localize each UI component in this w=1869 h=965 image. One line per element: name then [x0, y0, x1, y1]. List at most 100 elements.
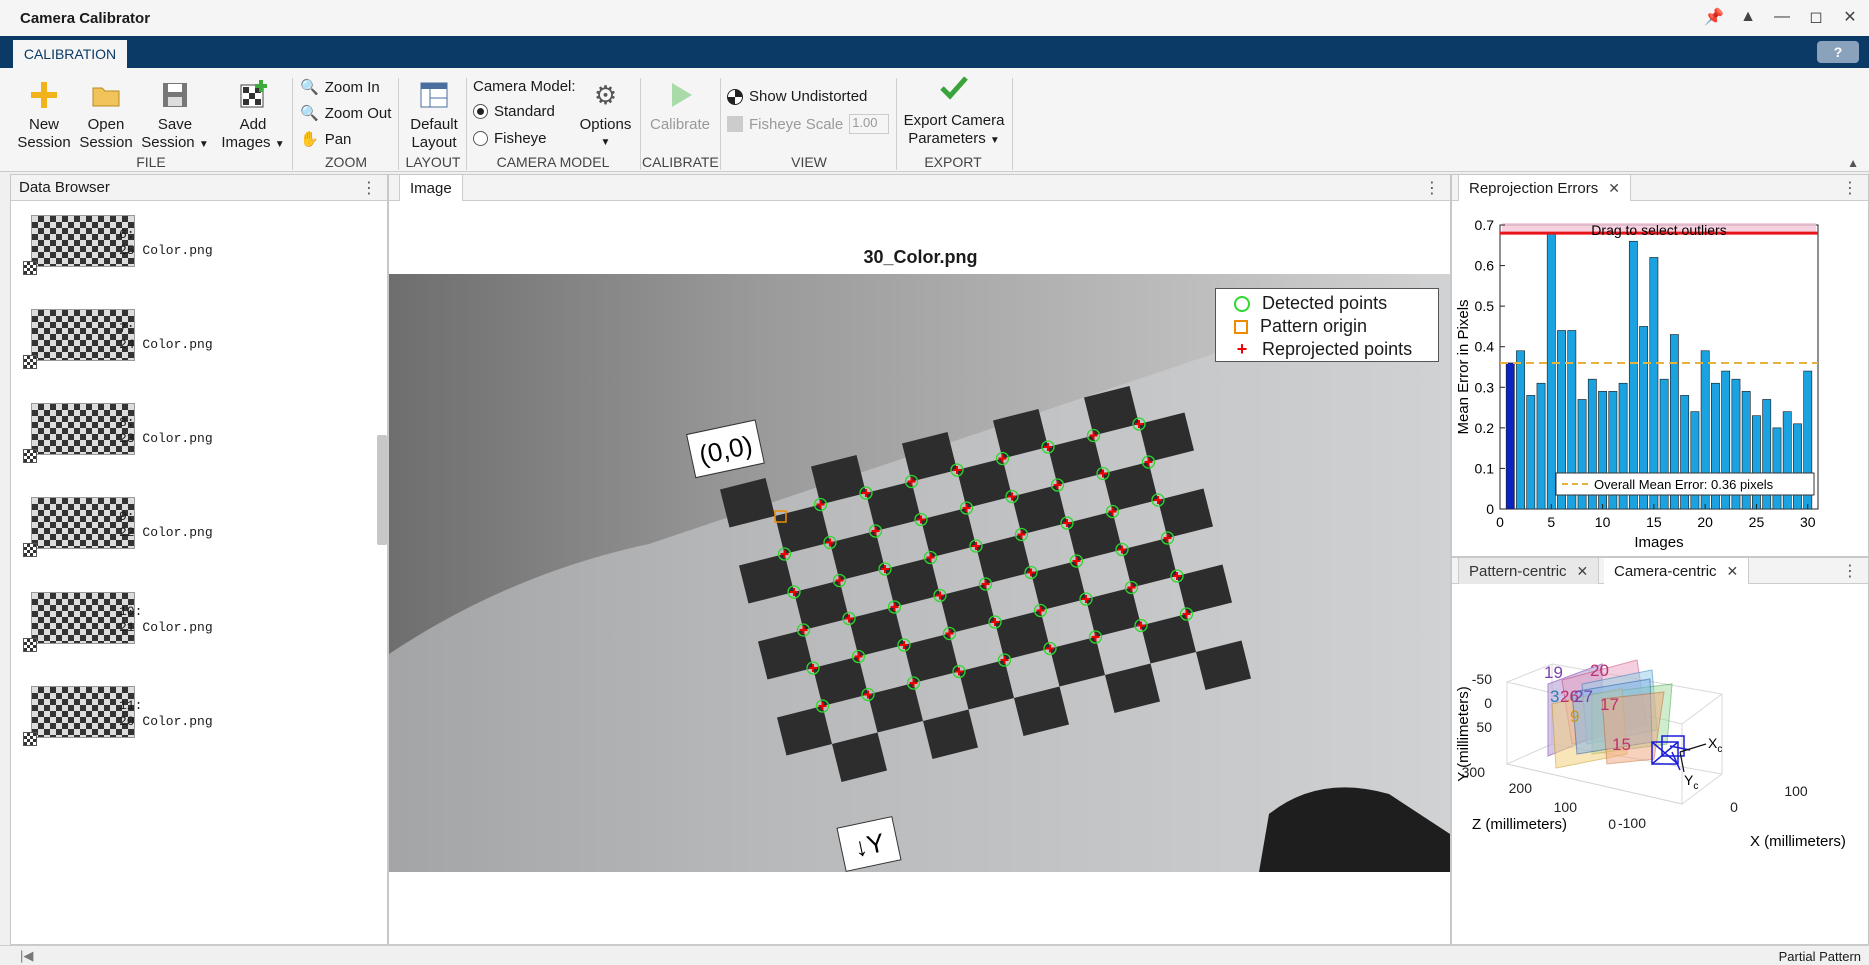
zoom-in-button[interactable]: 🔍 Zoom In: [300, 78, 380, 97]
close-icon[interactable]: ✕: [1839, 6, 1861, 28]
separator: [1012, 78, 1013, 170]
tab-camera-centric[interactable]: Camera-centric ✕: [1604, 558, 1750, 584]
kebab-menu-icon[interactable]: ⋮: [1842, 178, 1858, 198]
zoom-out-button[interactable]: 🔍 Zoom Out: [300, 104, 391, 123]
list-item[interactable]: 8: 23 Color.png: [19, 403, 319, 473]
file-section-label: FILE: [136, 154, 166, 170]
x-tick-label: 0: [1496, 514, 1504, 530]
kebab-menu-icon[interactable]: ⋮: [1842, 561, 1858, 581]
camera-model-title: Camera Model:: [473, 78, 576, 95]
list-item[interactable]: 9: 22 Color.png: [19, 497, 319, 567]
checkerboard-badge-icon: [23, 261, 37, 275]
list-item[interactable]: 11: 20 Color.png: [19, 686, 319, 756]
radio-fisheye-indicator[interactable]: [473, 131, 488, 146]
new-session-button[interactable]: New Session: [17, 80, 71, 152]
svg-text:50: 50: [1476, 719, 1492, 735]
status-bar: |◀ Partial Pattern: [0, 945, 1869, 965]
y-tick-label: 0.4: [1475, 339, 1495, 355]
add-images-icon: [238, 80, 268, 110]
close-icon[interactable]: ✕: [1608, 180, 1620, 197]
tab-pattern-centric[interactable]: Pattern-centric ✕: [1458, 558, 1600, 584]
separator: [466, 78, 467, 170]
plane-number-label: 3: [1550, 687, 1559, 706]
svg-text:-50: -50: [1472, 671, 1492, 687]
fisheye-scale-input[interactable]: 1.00: [849, 114, 890, 134]
add-images-button[interactable]: Add Images ▼: [218, 80, 288, 154]
svg-text:0: 0: [1608, 816, 1616, 832]
save-icon: [160, 80, 190, 110]
minimize-icon[interactable]: —: [1771, 6, 1793, 28]
close-icon[interactable]: ✕: [1727, 563, 1739, 580]
error-bar: [1793, 423, 1802, 510]
open-session-button[interactable]: Open Session: [79, 80, 133, 152]
y-tick-label: 0.5: [1475, 298, 1495, 314]
fisheye-scale-control[interactable]: Fisheye Scale 1.00: [727, 114, 890, 134]
x-tick-label: 10: [1595, 514, 1611, 530]
zoom-section-label: ZOOM: [325, 154, 367, 170]
svg-text:100: 100: [1784, 783, 1808, 799]
radio-standard-indicator[interactable]: [473, 104, 488, 119]
calibration-image[interactable]: (0,0) ↓Y: [389, 274, 1450, 872]
tab-calibration[interactable]: CALIBRATION: [13, 40, 127, 68]
list-item[interactable]: 7: 24 Color.png: [19, 309, 319, 379]
toolstrip: New Session Open Session Save Session ▼ …: [0, 68, 1869, 172]
export-camera-parameters-button[interactable]: Export Camera Parameters ▼: [900, 68, 1008, 150]
list-item[interactable]: 10: 21 Color.png: [19, 592, 319, 662]
list-item-label: 7:: [119, 321, 135, 336]
default-layout-label-1: Default: [410, 116, 458, 133]
x-tick-label: 30: [1800, 514, 1816, 530]
export-section-label: EXPORT: [924, 154, 982, 170]
show-undistorted-button[interactable]: Show Undistorted: [727, 88, 867, 105]
pin-icon[interactable]: 📌: [1703, 6, 1725, 28]
radio-fisheye[interactable]: Fisheye: [473, 130, 547, 147]
calibrate-button[interactable]: Calibrate: [648, 80, 712, 134]
layout-icon: [419, 80, 449, 110]
extrinsics-3d-plot[interactable]: 19 203 262791715 Xc Yc -50 0 50 300 200 10…: [1452, 584, 1868, 944]
chevron-down-icon: ▼: [989, 135, 1000, 146]
kebab-menu-icon[interactable]: ⋮: [1424, 178, 1440, 198]
checkerboard-badge-icon: [23, 355, 37, 369]
legend-reprojected: + Reprojected points: [1234, 339, 1412, 360]
view-section-label: VIEW: [791, 154, 827, 170]
show-undistorted-label: Show Undistorted: [749, 88, 868, 105]
error-bar: [1628, 240, 1638, 510]
radio-fisheye-label: Fisheye: [494, 130, 547, 147]
chevron-down-icon: ▼: [600, 137, 611, 148]
status-text: Partial Pattern: [1778, 949, 1861, 964]
extrinsics-header: Pattern-centric ✕ Camera-centric ✕ ⋮: [1452, 558, 1868, 584]
separator: [398, 78, 399, 170]
checkerboard-badge-icon: [23, 543, 37, 557]
scroll-left-icon[interactable]: |◀: [20, 948, 33, 964]
separator: [640, 78, 641, 170]
scrollbar-thumb[interactable]: [377, 435, 387, 545]
help-button[interactable]: ?: [1817, 41, 1859, 63]
pan-button[interactable]: ✋ Pan: [300, 130, 351, 149]
save-session-button[interactable]: Save Session ▼: [140, 80, 210, 154]
x-tick-label: 5: [1547, 514, 1555, 530]
options-button[interactable]: ⚙ Options ▼: [578, 80, 633, 152]
list-item-filename: 23 Color.png: [119, 431, 213, 446]
tab-image[interactable]: Image: [399, 175, 463, 201]
svg-text:100: 100: [1554, 799, 1578, 815]
y-tick-label: 0.2: [1475, 420, 1495, 436]
list-item[interactable]: 6: 25 Color.png: [19, 215, 319, 285]
extrinsics-panel: Pattern-centric ✕ Camera-centric ✕ ⋮ 19 20 3…: [1451, 557, 1869, 945]
fisheye-scale-label: Fisheye Scale: [749, 115, 844, 133]
mean-legend-label: Overall Mean Error: 0.36 pixels: [1594, 477, 1774, 492]
separator: [720, 78, 721, 170]
collapse-toolstrip-icon[interactable]: ▲: [1847, 156, 1859, 170]
collapse-ribbon-icon[interactable]: ▲: [1737, 6, 1759, 28]
plane-number-label: 20: [1590, 661, 1609, 680]
export-label-1: Export Camera: [903, 112, 1005, 129]
close-icon[interactable]: ✕: [1577, 563, 1589, 580]
tab-reprojection-errors[interactable]: Reprojection Errors ✕: [1458, 175, 1631, 201]
y-axis-label: Y (millimeters): [1455, 686, 1472, 782]
radio-standard[interactable]: Standard: [473, 103, 555, 120]
new-session-icon: [29, 80, 59, 110]
list-item-filename: 25 Color.png: [119, 243, 213, 258]
maximize-icon[interactable]: ◻: [1805, 6, 1827, 28]
default-layout-button[interactable]: Default Layout: [404, 80, 464, 152]
zoom-in-label: Zoom In: [324, 78, 380, 96]
reprojection-chart[interactable]: Drag to select outliers 0 0.1 0.2 0.3 0.4 0.5 0…: [1452, 201, 1868, 556]
kebab-menu-icon[interactable]: ⋮: [361, 178, 377, 198]
